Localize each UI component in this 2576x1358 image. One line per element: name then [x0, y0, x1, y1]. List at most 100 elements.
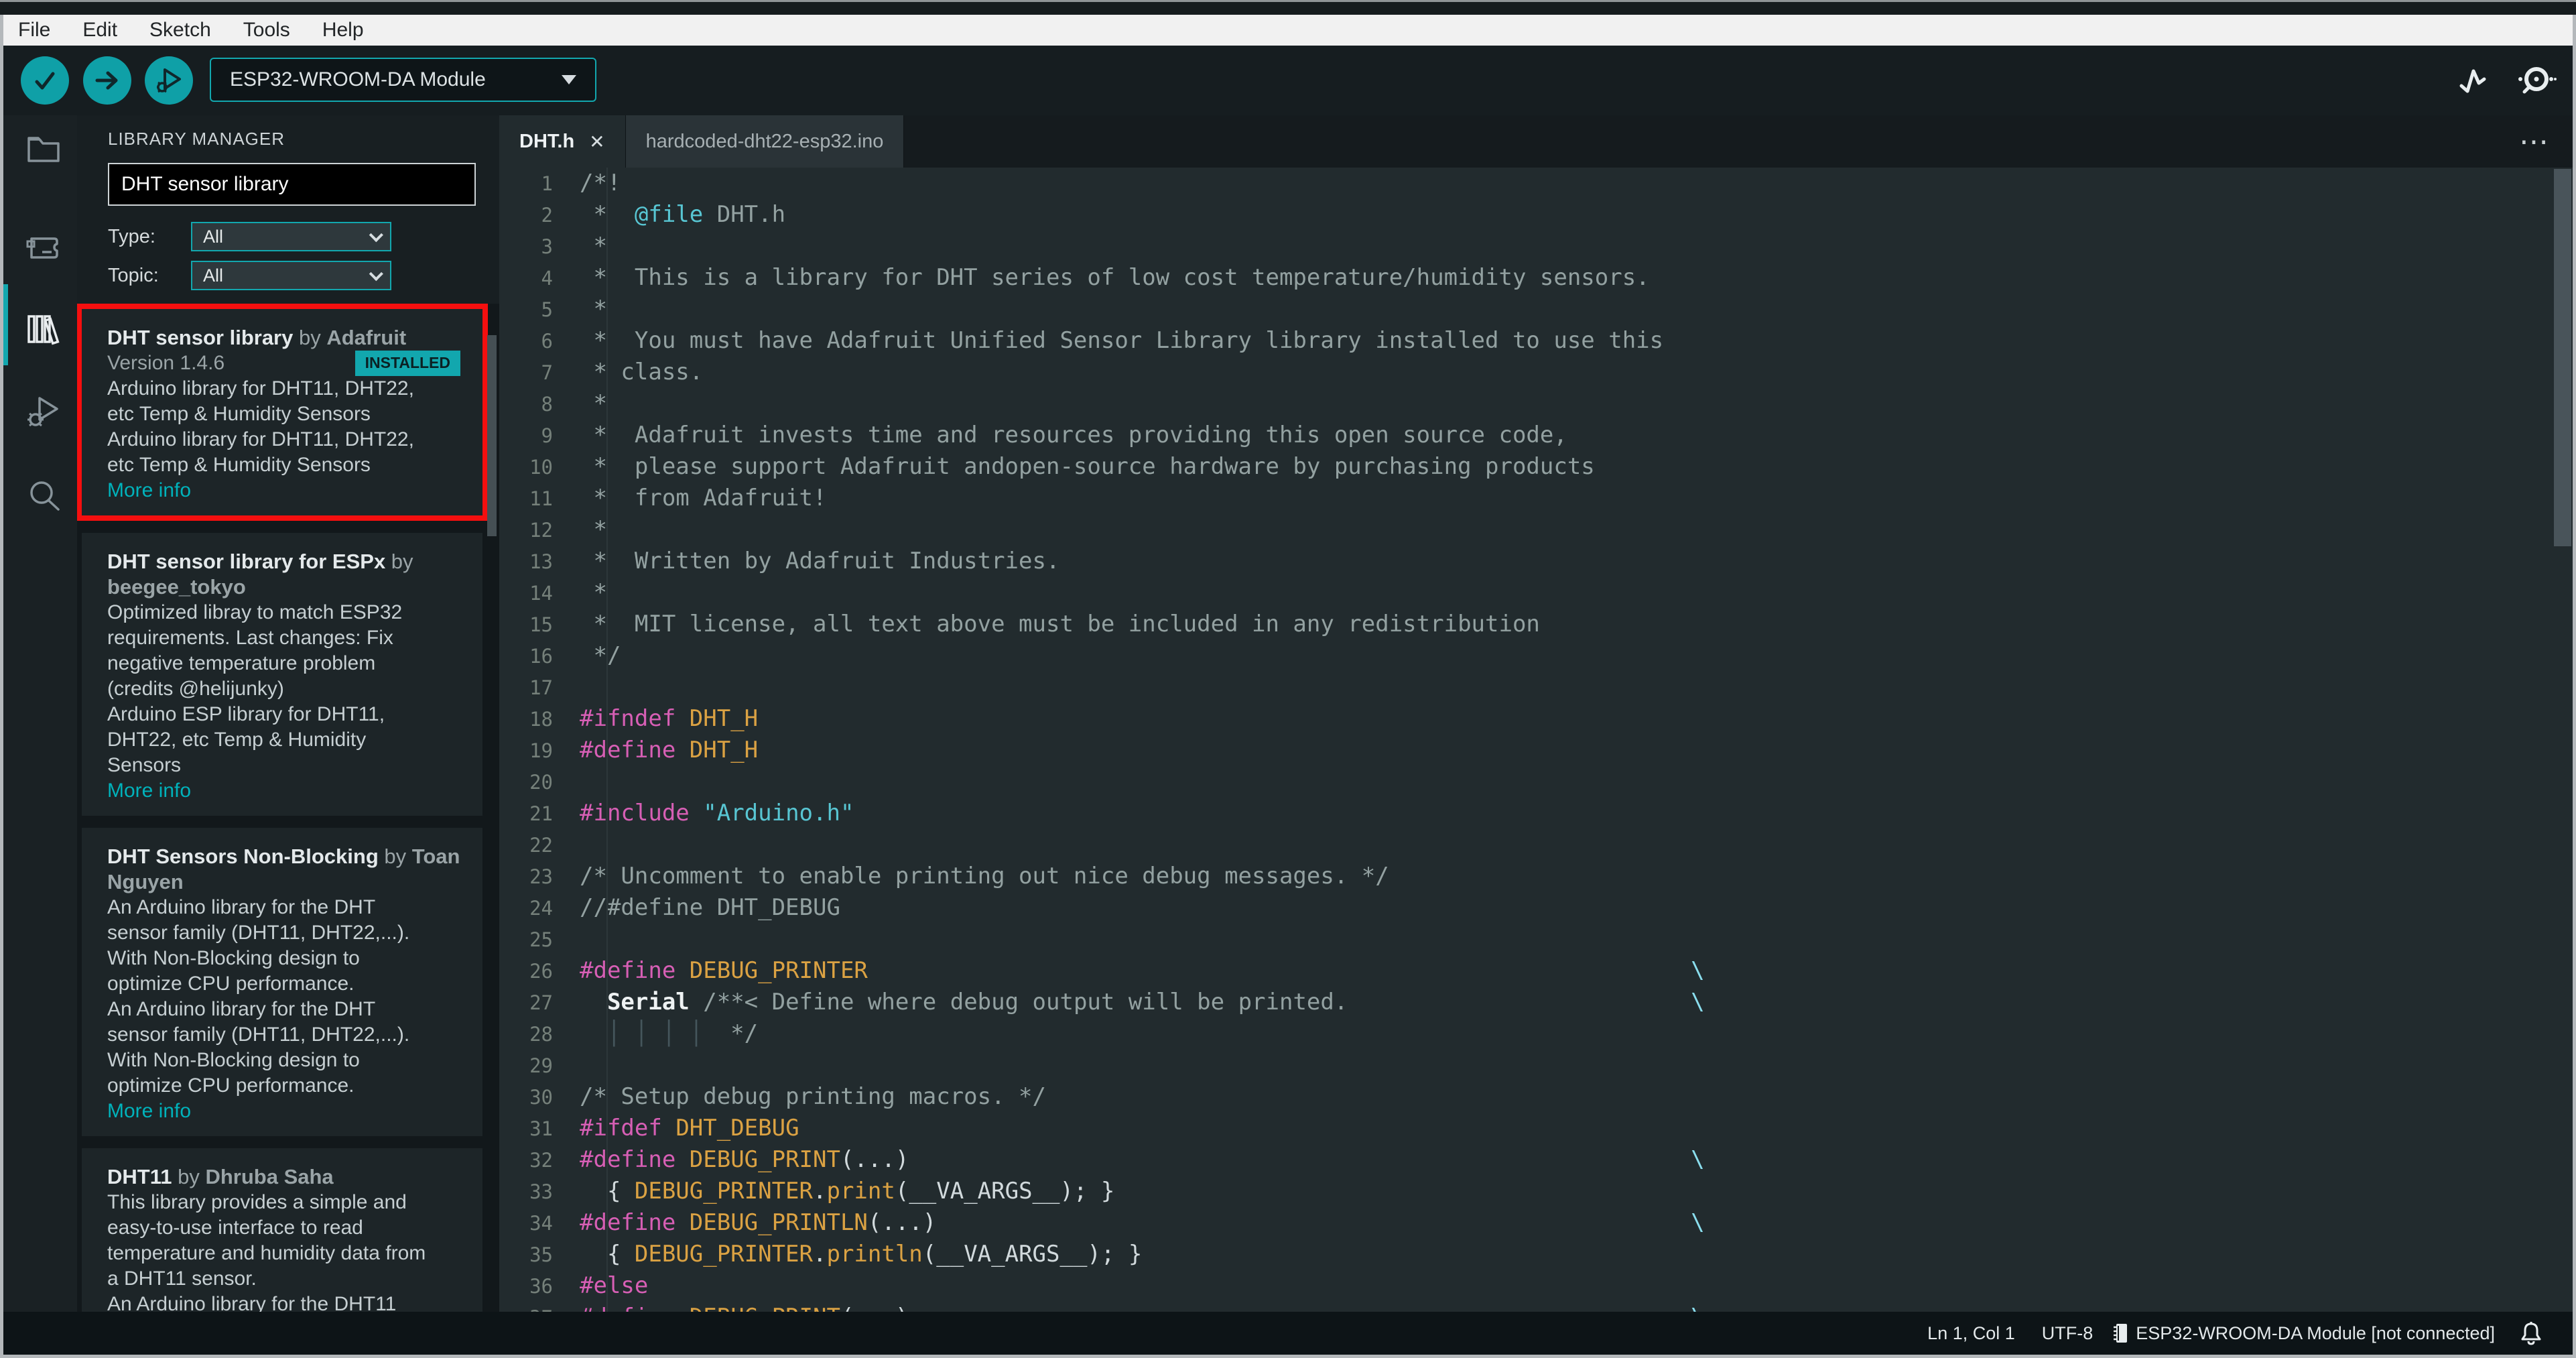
- line-number: 23: [529, 865, 553, 888]
- menu-bar: File Edit Sketch Tools Help: [3, 15, 2573, 46]
- sidebar-item-debug[interactable]: [25, 393, 62, 430]
- bell-icon[interactable]: [2519, 1320, 2543, 1346]
- library-description-line: With Non-Blocking design to: [107, 947, 360, 969]
- line-number: 17: [529, 676, 553, 699]
- active-tab-indicator: [3, 284, 8, 365]
- menu-item-file[interactable]: File: [18, 15, 66, 46]
- library-search-input[interactable]: [108, 163, 476, 206]
- topic-filter-select[interactable]: All: [191, 261, 391, 290]
- editor-scrollbar[interactable]: [2554, 169, 2571, 546]
- more-info-link[interactable]: More info: [107, 478, 466, 503]
- library-description-line: optimize CPU performance.: [107, 1074, 355, 1097]
- serial-plotter-button[interactable]: [2457, 46, 2492, 115]
- menu-item-edit[interactable]: Edit: [66, 15, 133, 46]
- library-description-line: Sensors: [107, 754, 182, 776]
- code-line: 37#define DEBUG_PRINT(...) \: [499, 1302, 2573, 1312]
- toolbar: ESP32-WROOM-DA Module: [3, 46, 2573, 115]
- menu-item-help[interactable]: Help: [306, 15, 380, 46]
- line-number: 4: [541, 267, 553, 290]
- sidebar-item-boards-manager[interactable]: [25, 228, 62, 265]
- bug-play-icon: [25, 393, 62, 430]
- code-line: 6 * You must have Adafruit Unified Senso…: [499, 325, 2573, 357]
- sidebar-item-sketchbook[interactable]: [25, 130, 62, 168]
- menu-item-tools[interactable]: Tools: [227, 15, 306, 46]
- type-filter-value: All: [203, 226, 224, 247]
- sidebar-item-search[interactable]: [25, 477, 62, 515]
- line-number: 27: [529, 991, 553, 1014]
- waveform-icon: [2457, 63, 2492, 98]
- code-line: 27 Serial /**< Define where debug output…: [499, 987, 2573, 1018]
- library-card[interactable]: DHT Sensors Non-Blocking by Toan Nguyen A…: [82, 828, 482, 1136]
- line-number: 25: [529, 928, 553, 951]
- code-line: 16 */: [499, 640, 2573, 672]
- tab-overflow-menu[interactable]: ⋯: [2519, 115, 2551, 168]
- encoding-label[interactable]: UTF-8: [2042, 1323, 2094, 1344]
- close-icon[interactable]: ✕: [589, 131, 604, 153]
- books-icon: [25, 310, 62, 347]
- line-number: 31: [529, 1117, 553, 1140]
- line-number: 16: [529, 645, 553, 668]
- type-filter-row: Type: All: [108, 222, 483, 251]
- line-number: 7: [541, 361, 553, 384]
- line-number: 9: [541, 424, 553, 447]
- code-line: 34 #define DEBUG_PRINTLN(...) \: [499, 1207, 2573, 1239]
- topic-filter-value: All: [203, 265, 224, 286]
- code-line: 8 *: [499, 388, 2573, 420]
- library-description-line: Arduino library for DHT11, DHT22,: [107, 377, 414, 399]
- line-number: 37: [499, 1302, 580, 1312]
- library-card[interactable]: DHT11 by Dhruba Saha This library provide…: [82, 1148, 482, 1312]
- library-description-line: requirements. Last changes: Fix: [107, 627, 393, 649]
- tab-DHT.h[interactable]: DHT.h ✕: [499, 115, 626, 168]
- library-card-title: DHT11 by Dhruba Saha: [107, 1165, 334, 1188]
- magnifier-dot-icon: [2515, 62, 2557, 99]
- type-filter-select[interactable]: All: [191, 222, 391, 251]
- code-line: 15 * MIT license, all text above must be…: [499, 609, 2573, 640]
- library-card-title: DHT sensor library by Adafruit: [107, 326, 407, 349]
- search-icon: [25, 477, 62, 515]
- sidebar-item-library-manager[interactable]: [25, 310, 62, 347]
- library-description-line: temperature and humidity data from: [107, 1242, 426, 1264]
- more-info-link[interactable]: More info: [107, 1099, 466, 1124]
- panel-title: LIBRARY MANAGER: [108, 129, 285, 149]
- line-number: 21: [529, 802, 553, 825]
- serial-monitor-button[interactable]: [2515, 46, 2557, 115]
- library-card[interactable]: DHT sensor library by Adafruit Version 1.…: [82, 309, 482, 515]
- upload-button[interactable]: [83, 56, 131, 105]
- tab-label: DHT.h: [519, 130, 575, 152]
- library-description-line: Optimized libray to match ESP32: [107, 601, 403, 623]
- code-line: 12 *: [499, 514, 2573, 546]
- menu-item-sketch[interactable]: Sketch: [133, 15, 227, 46]
- chevron-down-icon: [369, 227, 383, 242]
- code-line: 23/* Uncomment to enable printing out ni…: [499, 861, 2573, 892]
- line-number: 6: [541, 330, 553, 353]
- line-number: 18: [529, 708, 553, 731]
- library-description-line: etc Temp & Humidity Sensors: [107, 454, 371, 476]
- library-description-line: With Non-Blocking design to: [107, 1049, 360, 1071]
- installed-badge: INSTALLED: [355, 351, 460, 376]
- code-line: 2 * @file DHT.h: [499, 199, 2573, 231]
- editor-tab-bar: DHT.h ✕ hardcoded-dht22-esp32.ino: [499, 115, 2573, 168]
- line-number: 36: [529, 1275, 553, 1298]
- code-line: 10 * please support Adafruit andopen-sou…: [499, 451, 2573, 483]
- library-manager-panel: LIBRARY MANAGER Type: All Topic: All DHT…: [77, 115, 499, 1312]
- code-line: 30/* Setup debug printing macros. */: [499, 1081, 2573, 1113]
- library-description-line: DHT22, etc Temp & Humidity: [107, 729, 367, 751]
- tab-hardcoded-dht22-esp32.ino[interactable]: hardcoded-dht22-esp32.ino: [625, 115, 905, 168]
- chevron-down-icon: [562, 75, 576, 84]
- status-bar: Ln 1, Col 1 UTF-8 ESP32-WROOM-DA Module …: [3, 1312, 2573, 1355]
- debug-button[interactable]: [145, 56, 193, 105]
- code-area[interactable]: 1/*! 2 * @file DHT.h 3 * 4 * This is a libr…: [499, 168, 2573, 1312]
- verify-button[interactable]: [21, 56, 69, 105]
- library-description-line: etc Temp & Humidity Sensors: [107, 403, 371, 425]
- library-description-line: This library provides a simple and: [107, 1191, 407, 1213]
- line-number: 29: [529, 1054, 553, 1077]
- library-description-line: easy-to-use interface to read: [107, 1217, 363, 1239]
- more-info-link[interactable]: More info: [107, 778, 466, 804]
- board-selector-dropdown[interactable]: ESP32-WROOM-DA Module: [210, 58, 596, 102]
- library-card[interactable]: DHT sensor library for ESPx by beegee_to…: [82, 533, 482, 816]
- status-board[interactable]: ESP32-WROOM-DA Module [not connected]: [2112, 1322, 2495, 1345]
- activity-bar: [3, 115, 77, 1312]
- code-line: 32 #define DEBUG_PRINT(...) \: [499, 1144, 2573, 1176]
- cursor-position[interactable]: Ln 1, Col 1: [1927, 1323, 2015, 1344]
- panel-scrollbar[interactable]: [487, 335, 497, 536]
